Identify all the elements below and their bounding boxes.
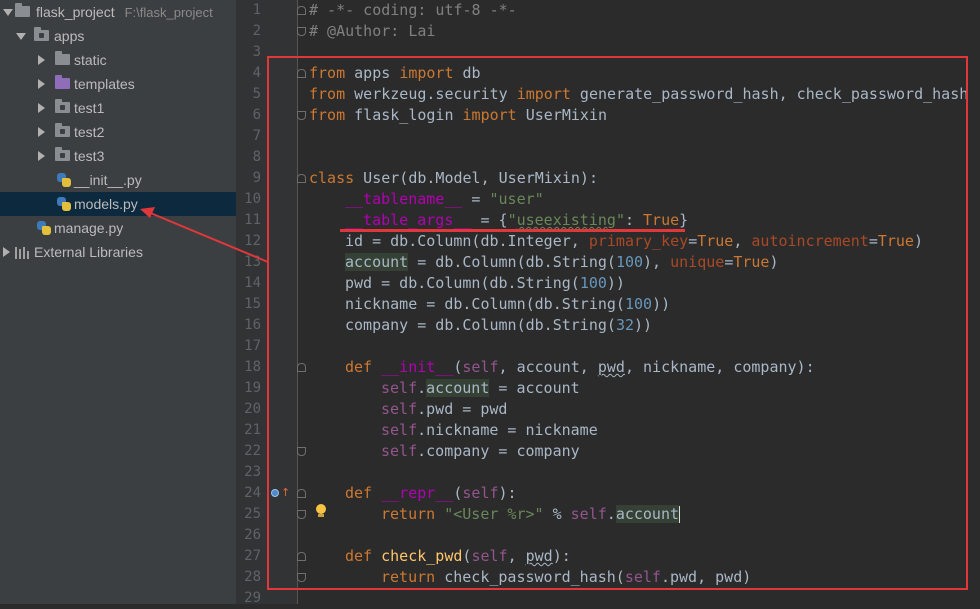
folder-icon [15,3,30,17]
folder-icon [55,51,70,65]
line-number: 17 [244,338,261,354]
line-number: 6 [252,107,261,123]
line-number: 12 [244,233,261,249]
python-file-icon [57,173,71,187]
fold-marker-icon[interactable] [297,27,306,36]
project-tree: flask_project F:\flask_project apps stati… [0,0,237,604]
python-file-icon [37,221,51,235]
line-number: 21 [244,422,261,438]
tree-item-label: flask_project F:\flask_project [36,4,213,20]
library-icon [15,247,29,259]
line-number: 25 [244,506,261,522]
line-number: 14 [244,275,261,291]
chevron-right-icon[interactable] [38,79,45,89]
tree-item-flask-project[interactable]: flask_project F:\flask_project [0,0,236,24]
tree-item-label: manage.py [54,220,124,236]
package-folder-icon [55,147,70,161]
line-number: 29 [244,590,261,606]
chevron-down-icon[interactable] [16,33,26,40]
tree-item-external-libraries[interactable]: External Libraries [0,240,236,264]
tree-item-label: templates [74,76,135,92]
chevron-right-icon[interactable] [38,151,45,161]
fold-marker-icon[interactable] [297,6,306,15]
tree-item-static[interactable]: static [0,48,236,72]
tree-item-label: test1 [74,100,105,116]
annotation-highlight-box [267,56,968,590]
package-folder-icon [55,99,70,113]
code-line-1: # -*- coding: utf-8 -*- [309,1,517,19]
tree-item-label: test3 [74,148,105,164]
tree-item-label: test2 [74,124,105,140]
line-number: 28 [244,569,261,585]
chevron-down-icon[interactable] [3,9,13,16]
line-number: 19 [244,380,261,396]
line-number: 22 [244,443,261,459]
line-number: 10 [244,191,261,207]
line-number: 24 [244,485,261,501]
templates-folder-icon [55,75,70,89]
line-number: 23 [244,464,261,480]
line-number: 4 [252,65,261,81]
chevron-right-icon[interactable] [3,247,10,257]
tree-item-init-py[interactable]: __init__.py [0,168,236,192]
line-number: 15 [244,296,261,312]
tree-item-manage-py[interactable]: manage.py [0,216,236,240]
line-number: 3 [252,44,261,60]
line-number: 26 [244,527,261,543]
line-number: 2 [252,23,261,39]
line-number: 16 [244,317,261,333]
line-number: 5 [252,86,261,102]
project-path: F:\flask_project [124,5,213,20]
package-folder-icon [34,27,49,41]
code-line-2: # @Author: Lai [309,22,436,40]
line-number: 13 [244,254,261,270]
tree-item-templates[interactable]: templates [0,72,236,96]
line-number: 27 [244,548,261,564]
chevron-right-icon[interactable] [38,55,45,65]
line-number: 11 [244,212,261,228]
line-number: 1 [252,2,261,18]
tree-item-label: apps [54,28,85,44]
python-file-icon [57,197,71,211]
line-number: 8 [252,149,261,165]
tree-item-label: static [74,52,107,68]
line-number: 20 [244,401,261,417]
tree-item-label: models.py [74,196,138,212]
chevron-right-icon[interactable] [38,127,45,137]
tree-item-test2[interactable]: test2 [0,120,236,144]
tree-item-test1[interactable]: test1 [0,96,236,120]
tree-item-label: __init__.py [74,172,142,188]
chevron-right-icon[interactable] [38,103,45,113]
tree-item-label: External Libraries [34,244,143,260]
line-number: 7 [252,128,261,144]
tree-item-apps[interactable]: apps [0,24,236,48]
line-number: 18 [244,359,261,375]
tree-item-models-py[interactable]: models.py [0,192,236,216]
annotation-underline [340,229,685,232]
line-number: 9 [252,170,261,186]
tree-item-test3[interactable]: test3 [0,144,236,168]
package-folder-icon [55,123,70,137]
